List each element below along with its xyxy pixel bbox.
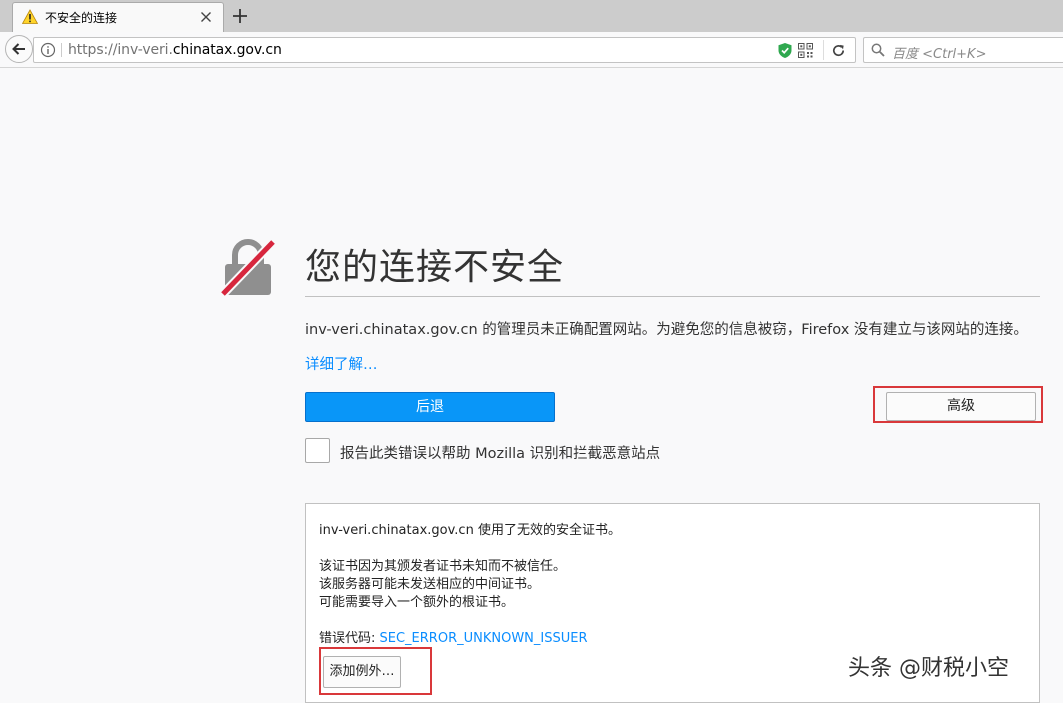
- new-tab-icon[interactable]: [231, 7, 249, 25]
- learn-more-link[interactable]: 详细了解…: [305, 353, 378, 374]
- error-description: inv-veri.chinatax.gov.cn 的管理员未正确配置网站。为避免…: [305, 322, 1028, 338]
- page-title: 您的连接不安全: [305, 247, 565, 288]
- go-back-button[interactable]: 后退: [305, 392, 555, 422]
- warning-icon: [22, 9, 38, 24]
- url-separator: [61, 43, 62, 57]
- url-prefix: https://inv-veri.: [68, 42, 173, 58]
- search-bar[interactable]: 百度 <Ctrl+K>: [863, 37, 1063, 63]
- add-exception-button[interactable]: 添加例外…: [323, 656, 401, 688]
- error-code-link[interactable]: SEC_ERROR_UNKNOWN_ISSUER: [380, 631, 588, 646]
- cert-invalid-text: inv-veri.chinatax.gov.cn 使用了无效的安全证书。: [319, 523, 621, 538]
- tab-title: 不安全的连接: [45, 11, 118, 25]
- url-domain: chinatax.gov.cn: [172, 42, 282, 58]
- watermark: 头条 @财税小空: [848, 656, 1009, 681]
- nav-bar: https://inv-veri.chinatax.gov.cn 百度 <Ctr…: [0, 32, 1063, 68]
- reload-icon[interactable]: [831, 43, 846, 58]
- error-code-row: 错误代码: SEC_ERROR_UNKNOWN_ISSUER: [319, 627, 588, 646]
- report-checkbox[interactable]: [305, 438, 330, 463]
- close-icon[interactable]: [198, 9, 214, 25]
- search-placeholder: 百度 <Ctrl+K>: [892, 47, 987, 62]
- tab-active[interactable]: 不安全的连接: [12, 2, 224, 32]
- search-icon: [871, 43, 885, 57]
- url-bar[interactable]: https://inv-veri.chinatax.gov.cn: [33, 37, 856, 63]
- info-icon[interactable]: [40, 42, 56, 58]
- broken-lock-icon: [219, 238, 277, 298]
- cert-reason-2: 该服务器可能未发送相应的中间证书。: [319, 577, 541, 592]
- report-label: 报告此类错误以帮助 Mozilla 识别和拦截恶意站点: [340, 446, 661, 462]
- url-separator-2: [823, 40, 824, 60]
- url-text[interactable]: https://inv-veri.chinatax.gov.cn: [68, 42, 282, 58]
- qr-code-icon[interactable]: [798, 43, 813, 58]
- cert-reason-3: 可能需要导入一个额外的根证书。: [319, 595, 515, 610]
- back-arrow-icon: [12, 43, 25, 55]
- title-divider: [305, 296, 1040, 297]
- error-code-label: 错误代码:: [319, 631, 380, 646]
- cert-reason-1: 该证书因为其颁发者证书未知而不被信任。: [319, 559, 567, 574]
- shield-icon[interactable]: [777, 42, 793, 59]
- back-arrow-button[interactable]: [5, 35, 33, 63]
- advanced-button[interactable]: 高级: [886, 392, 1036, 421]
- tab-strip: 不安全的连接: [0, 0, 1063, 32]
